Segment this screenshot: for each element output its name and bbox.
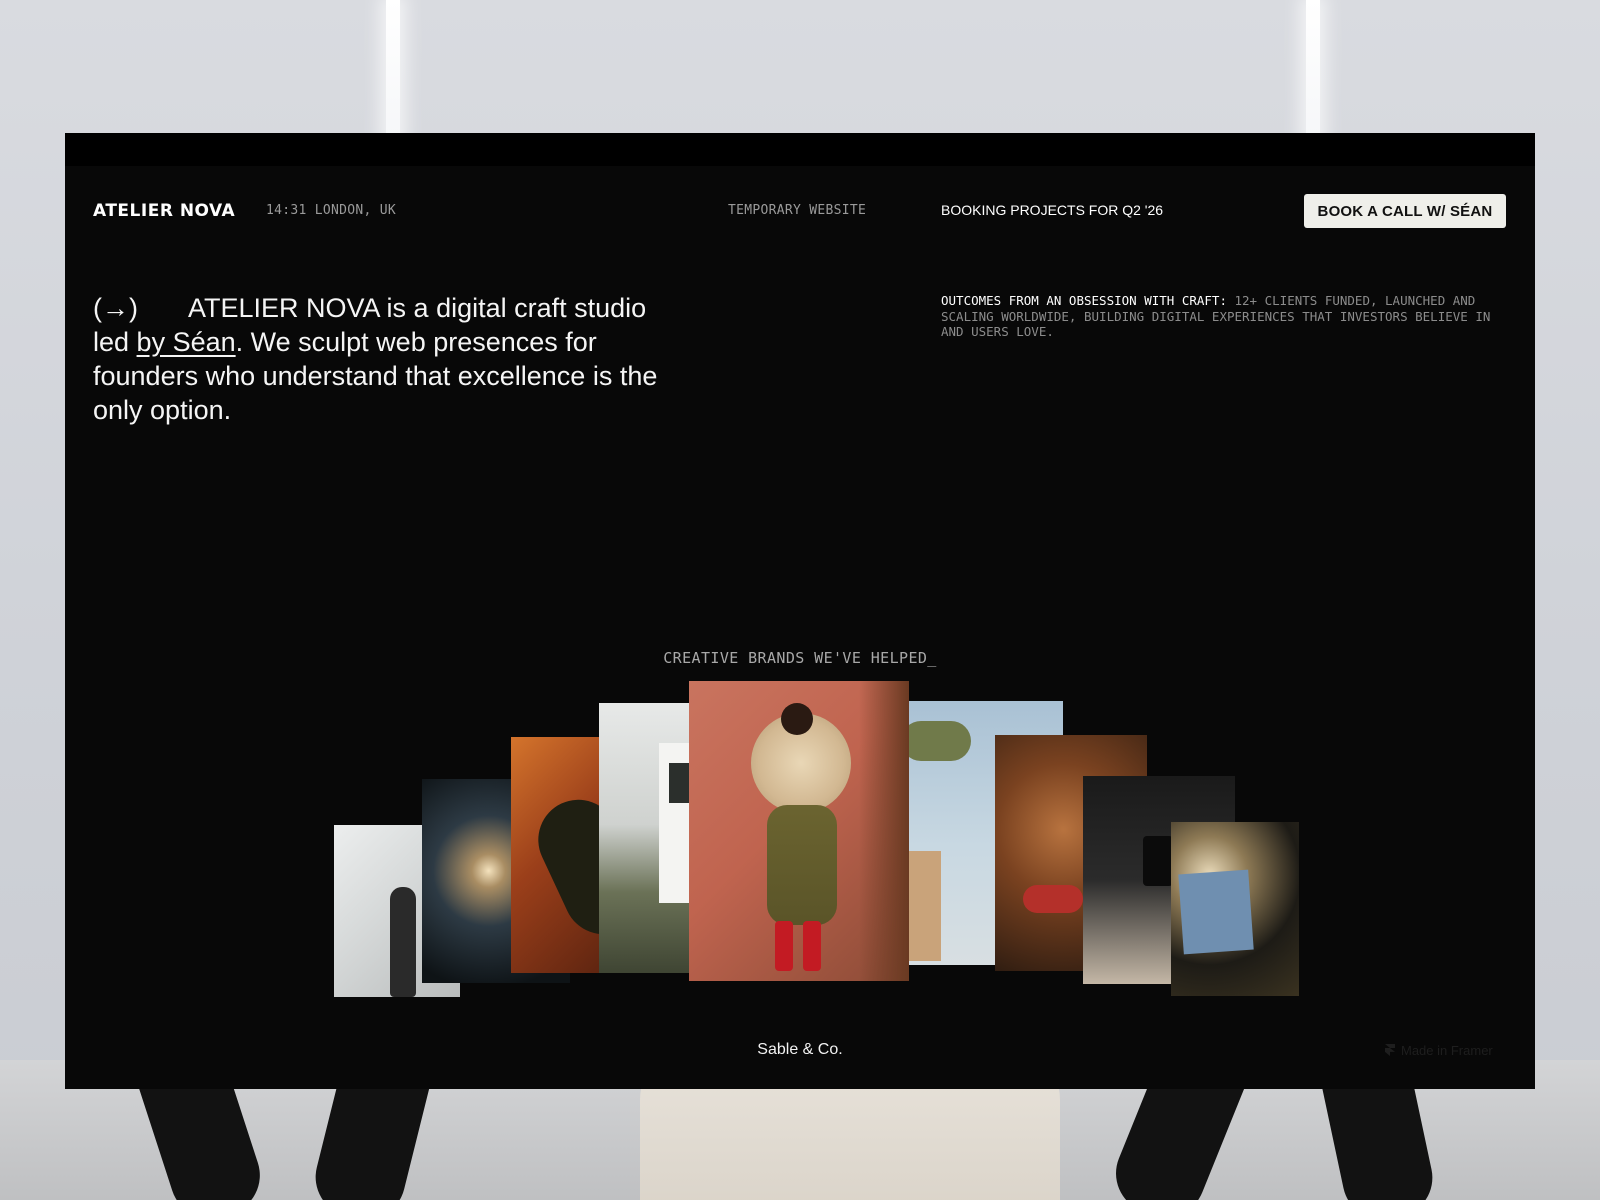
active-brand-caption: Sable & Co. [757, 1041, 843, 1058]
site-logo[interactable]: ATELIER NOVA [93, 201, 235, 221]
right-arrow-icon: (→) [93, 293, 138, 323]
brands-section-title: CREATIVE BRANDS WE'VE HELPED_ [663, 649, 937, 667]
background-light-left [386, 0, 400, 140]
local-time: 14:31 LONDON, UK [266, 203, 397, 218]
browser-top-bar [65, 133, 1535, 166]
made-in-framer-badge[interactable]: Made in Framer [1385, 1043, 1493, 1058]
booking-status: BOOKING PROJECTS FOR Q2 '26 [941, 202, 1164, 218]
book-a-call-button[interactable]: BOOK A CALL W/ SÉAN [1304, 194, 1506, 228]
browser-frame: ATELIER NOVA 14:31 LONDON, UK TEMPORARY … [65, 133, 1535, 1089]
background-light-right [1306, 0, 1320, 140]
author-link[interactable]: by Séan [137, 327, 236, 357]
intro-statement: (→) ATELIER NOVA is a digital craft studi… [93, 291, 663, 427]
temporary-website-label: TEMPORARY WEBSITE [728, 203, 867, 218]
outcomes-lead: OUTCOMES FROM AN OBSESSION WITH CRAFT: [941, 293, 1227, 308]
site-header: ATELIER NOVA 14:31 LONDON, UK TEMPORARY … [65, 193, 1535, 233]
brand-card-5-active[interactable] [689, 681, 909, 981]
brand-gallery [65, 133, 1535, 1089]
framer-logo-icon [1385, 1044, 1395, 1056]
made-in-framer-label: Made in Framer [1401, 1043, 1493, 1058]
outcomes-text: OUTCOMES FROM AN OBSESSION WITH CRAFT: 1… [941, 293, 1511, 340]
brand-card-9[interactable] [1171, 822, 1299, 996]
